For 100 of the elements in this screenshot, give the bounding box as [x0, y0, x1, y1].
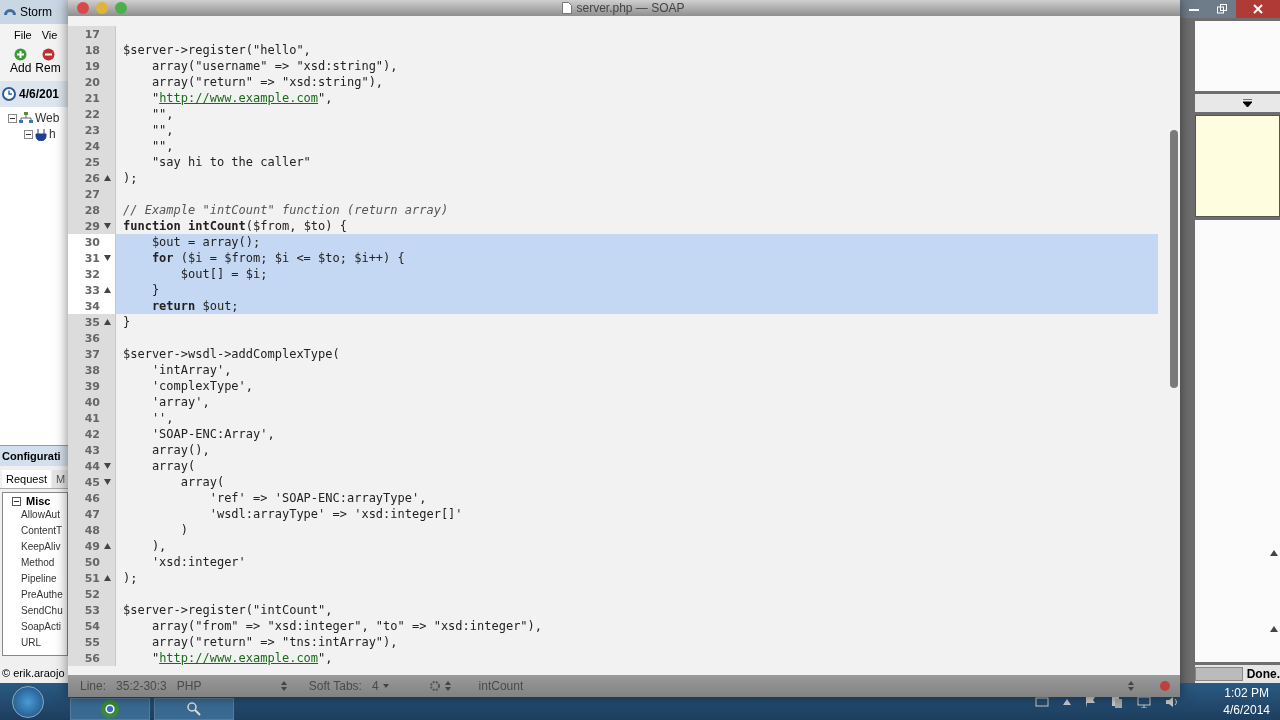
line-number: 18 — [83, 43, 100, 57]
line-number: 23 — [83, 123, 100, 137]
dropdown-icon[interactable] — [1243, 99, 1252, 107]
flag-icon[interactable] — [1085, 695, 1098, 708]
unfold-icon[interactable] — [103, 319, 111, 325]
add-button[interactable]: Add — [10, 48, 32, 75]
tab[interactable]: Request — [2, 470, 51, 488]
code-line: array("username" => "xsd:string"), — [150, 59, 398, 73]
line-number: 20 — [83, 75, 100, 89]
fold-icon[interactable] — [103, 255, 111, 261]
collapse-icon[interactable] — [12, 496, 21, 506]
network-icon[interactable] — [1137, 695, 1152, 708]
line-number: 47 — [83, 507, 100, 521]
property-name[interactable]: AllowAut — [3, 507, 67, 523]
code-line: 'xsd:integer' — [150, 555, 246, 569]
code-line: "", — [150, 139, 174, 153]
line-number: 30 — [83, 235, 100, 249]
fold-icon[interactable] — [103, 479, 111, 485]
line-number: 51 — [83, 571, 100, 585]
restore-button[interactable] — [1207, 0, 1236, 18]
gear-icon — [428, 680, 451, 692]
line-number: 34 — [83, 299, 100, 313]
line-number: 55 — [83, 635, 100, 649]
line-number: 32 — [83, 267, 100, 281]
line-number: 24 — [83, 139, 100, 153]
close-button[interactable] — [1235, 0, 1280, 18]
restore-icon — [1216, 4, 1227, 14]
line-number: 43 — [83, 443, 100, 457]
tree-item[interactable]: Web — [35, 111, 60, 125]
minimize-button[interactable] — [1180, 0, 1208, 18]
line-number: 21 — [83, 91, 100, 105]
line-number: 52 — [83, 587, 100, 601]
tab[interactable]: M — [52, 470, 70, 488]
property-name[interactable]: ContentT — [3, 523, 67, 539]
code-line: "", — [150, 123, 174, 137]
code-line: "http://www.example.com", — [150, 91, 333, 105]
menu-item[interactable]: Vie — [41, 29, 58, 41]
fold-icon[interactable] — [103, 463, 111, 469]
line-number: 33 — [83, 283, 100, 297]
close-icon — [1252, 4, 1263, 14]
code-line: array(), — [150, 443, 210, 457]
unfold-icon[interactable] — [103, 287, 111, 293]
panel-title: Configurati — [2, 450, 61, 462]
speaker-icon[interactable] — [1165, 695, 1180, 708]
remove-button[interactable]: Rem — [35, 48, 61, 75]
line-number: 17 — [83, 27, 100, 41]
scroll-up-icon[interactable] — [1270, 550, 1278, 556]
property-name[interactable]: SoapActi — [3, 619, 67, 635]
unfold-icon[interactable] — [103, 543, 111, 549]
code-line: 'SOAP-ENC:Array', — [150, 427, 275, 441]
code-line: array( — [179, 475, 225, 489]
start-button[interactable] — [12, 685, 44, 718]
taskbar-button[interactable] — [154, 698, 234, 720]
code-line: ); — [123, 171, 138, 185]
scrollbar-thumb[interactable] — [1170, 130, 1178, 388]
code-line: // Example "intCount" function (return array) — [123, 203, 449, 217]
fold-icon[interactable] — [103, 223, 111, 229]
code-line: array( — [150, 459, 196, 473]
line-number: 36 — [83, 331, 100, 345]
code-line: 'complexType', — [150, 379, 254, 393]
line-number: 35 — [83, 315, 100, 329]
group-label: Misc — [26, 495, 51, 507]
code-line: 'wsdl:arrayType' => 'xsd:integer[]' — [208, 507, 463, 521]
line-number: 40 — [83, 395, 100, 409]
code-line: 'intArray', — [150, 363, 232, 377]
tree-item[interactable]: h — [49, 127, 56, 141]
code-line: for ($i = $from; $i <= $to; $i++) { — [150, 251, 405, 265]
plug-icon — [35, 127, 47, 141]
collapse-icon[interactable] — [8, 113, 17, 123]
line-number: 45 — [83, 475, 100, 489]
property-name[interactable]: SendChu — [3, 603, 67, 619]
code-line: "http://www.example.com", — [150, 651, 333, 665]
tray-icon[interactable] — [1035, 696, 1050, 707]
window-title: Storm — [20, 5, 52, 19]
clock-time[interactable]: 1:02 PM — [1224, 684, 1269, 702]
status-box — [1195, 667, 1243, 681]
property-name[interactable]: PreAuthe — [3, 587, 67, 603]
property-name[interactable]: Method — [3, 555, 67, 571]
unfold-icon[interactable] — [103, 175, 111, 181]
code-line: "", — [150, 107, 174, 121]
taskbar-button[interactable] — [70, 698, 150, 720]
line-number: 49 — [83, 539, 100, 553]
settings-button[interactable] — [428, 680, 451, 692]
unfold-icon[interactable] — [103, 575, 111, 581]
scroll-up-icon[interactable] — [1270, 626, 1278, 632]
property-name[interactable]: URL — [3, 635, 67, 651]
line-number: 29 — [83, 219, 100, 233]
property-name[interactable]: Pipeline — [3, 571, 67, 587]
tray-icon[interactable] — [1111, 695, 1124, 708]
code-line: array("from" => "xsd:integer", "to" => "xsd:integer"), — [150, 619, 543, 633]
menu-item[interactable]: File — [14, 29, 32, 41]
line-number: 27 — [83, 187, 100, 201]
clock-date[interactable]: 4/6/2014 — [1223, 701, 1270, 719]
updown-icon — [280, 681, 287, 691]
collapse-icon[interactable] — [24, 129, 33, 139]
property-name[interactable]: KeepAliv — [3, 539, 67, 555]
code-line: 'ref' => 'SOAP-ENC:arrayType', — [208, 491, 427, 505]
updown-icon — [1128, 681, 1134, 691]
code-line: '', — [150, 411, 174, 425]
file-icon — [562, 2, 573, 14]
